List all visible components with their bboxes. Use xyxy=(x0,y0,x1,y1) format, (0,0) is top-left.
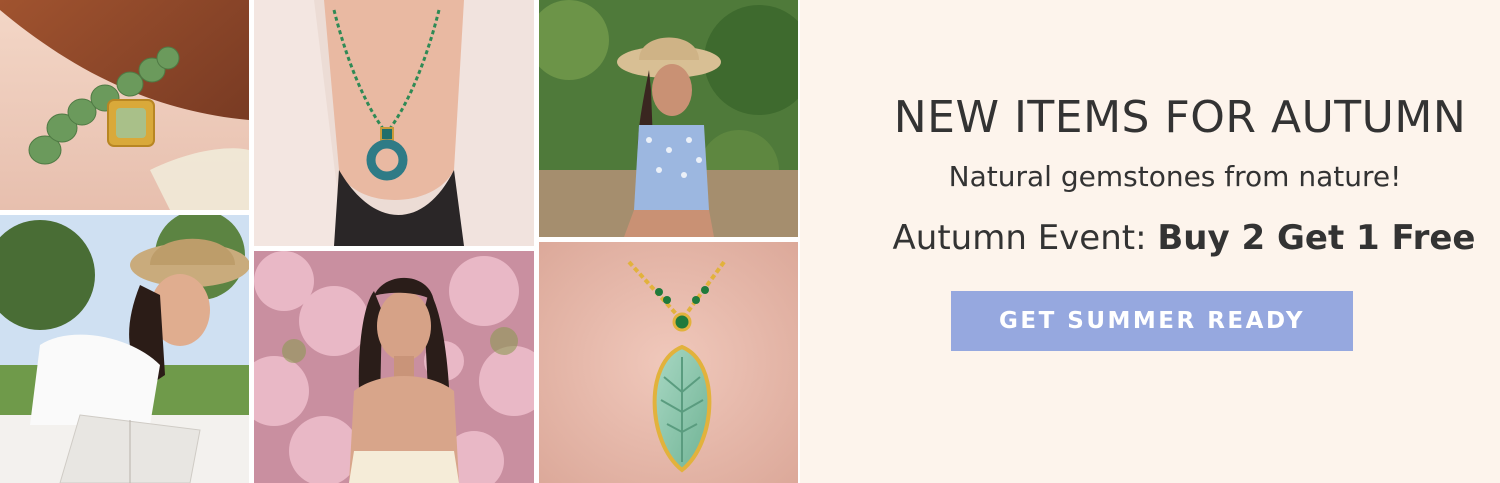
woman-cherry-blossoms-photo xyxy=(254,251,534,483)
woman-straw-hat-garden-photo xyxy=(539,0,798,237)
event-offer: Buy 2 Get 1 Free xyxy=(1157,218,1476,258)
woman-reading-on-grass-photo xyxy=(0,215,249,483)
photo-collage xyxy=(0,0,800,483)
event-line: Autumn Event: Buy 2 Get 1 Free xyxy=(800,218,1500,258)
jade-bracelet-photo xyxy=(0,0,249,210)
jade-leaf-pendant-photo xyxy=(539,242,798,483)
promo-text-panel: NEW ITEMS FOR AUTUMN Natural gemstones f… xyxy=(800,0,1500,483)
event-label: Autumn Event: xyxy=(892,218,1158,258)
jade-ring-pendant-necklace-photo xyxy=(254,0,534,246)
promo-banner: NEW ITEMS FOR AUTUMN Natural gemstones f… xyxy=(0,0,1500,483)
subheadline: Natural gemstones from nature! xyxy=(948,160,1402,193)
headline: NEW ITEMS FOR AUTUMN xyxy=(893,92,1467,143)
get-summer-ready-button[interactable]: GET SUMMER READY xyxy=(951,291,1353,351)
